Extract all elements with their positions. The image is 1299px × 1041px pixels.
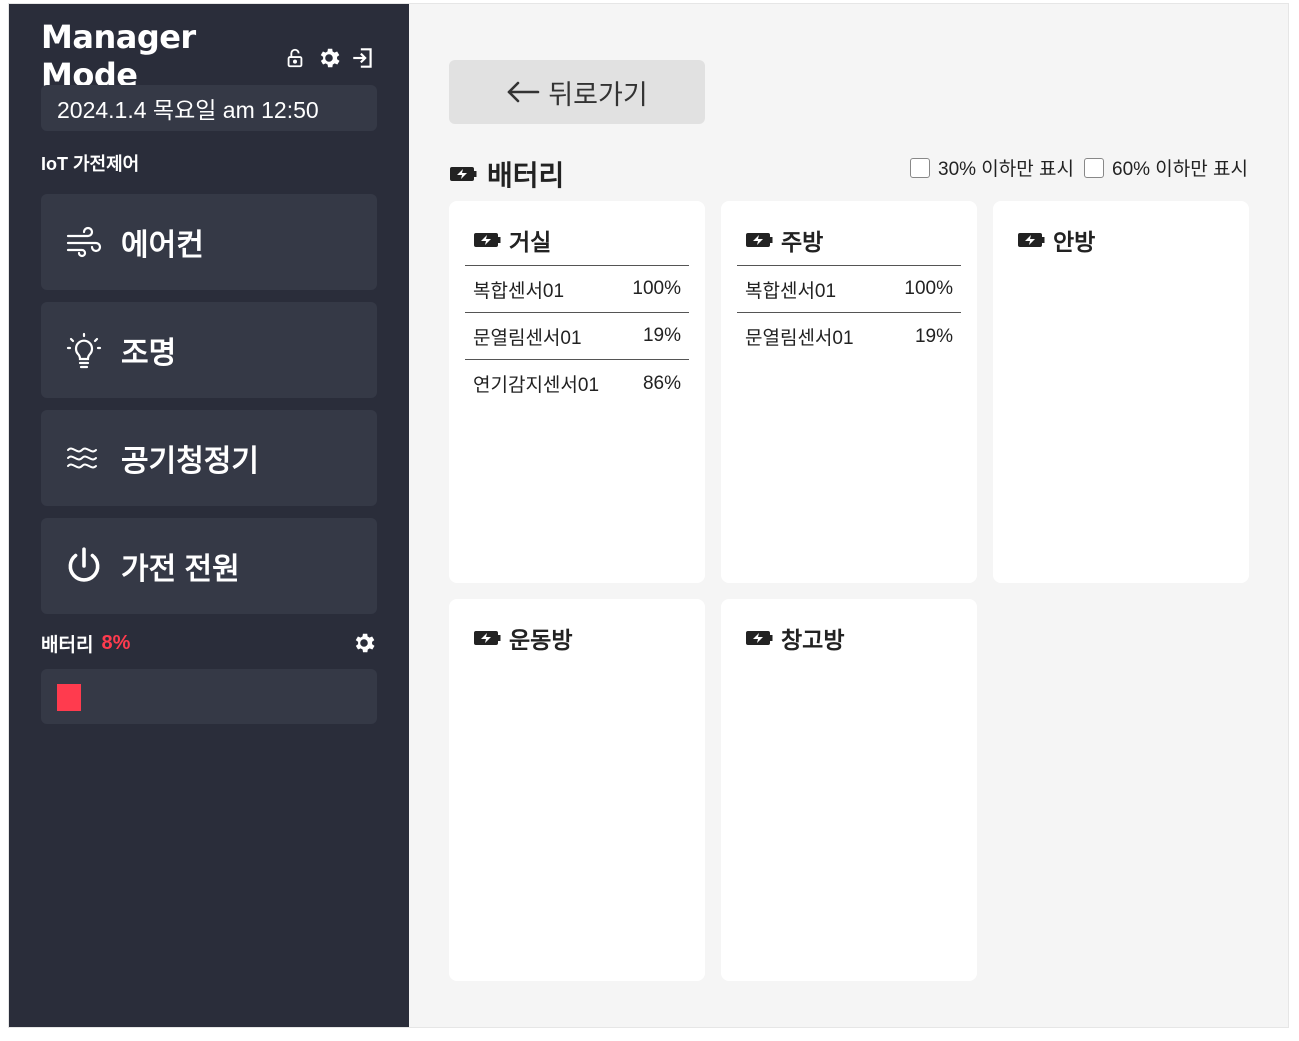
room-card-header: 운동방	[473, 621, 572, 655]
back-button[interactable]: 뒤로가기	[449, 60, 705, 124]
header-icons	[281, 44, 377, 72]
sensor-battery: 100%	[904, 278, 953, 299]
room-card-header: 창고방	[745, 621, 844, 655]
logout-icon[interactable]	[349, 44, 377, 72]
menu-power-button[interactable]: 가전 전원	[41, 518, 377, 614]
room-card-header: 안방	[1017, 223, 1095, 257]
section-label: IoT 가전제어	[41, 154, 140, 174]
app-window: Manager Mode 2024.1.4 목요일 am 12:50 IoT 가…	[8, 3, 1289, 1028]
battery-icon	[1018, 233, 1045, 247]
menu-purifier-button[interactable]: 공기청정기	[41, 410, 377, 506]
menu-aircon-button[interactable]: 에어컨	[41, 194, 377, 290]
sensor-name: 문열림센서01	[745, 328, 854, 349]
menu-light-button[interactable]: 조명	[41, 302, 377, 398]
datetime-display: 2024.1.4 목요일 am 12:50	[41, 85, 377, 131]
sensor-battery: 86%	[642, 372, 681, 394]
filter-label: 30% 이하만 표시	[938, 159, 1074, 180]
sensor-name: 복합센서01	[745, 280, 837, 302]
room-name: 창고방	[781, 627, 845, 653]
lightbulb-icon	[63, 329, 105, 371]
checkbox-box[interactable]	[910, 157, 930, 178]
wind-icon	[63, 221, 105, 263]
sensor-row[interactable]: 연기감지센서01 86%	[465, 360, 689, 407]
room-card-kitchen: 주방 복합센서01 100% 문열림센서01 19%	[721, 201, 977, 583]
battery-level-fill	[57, 684, 81, 711]
section-title-text: 배터리	[487, 160, 565, 191]
filter-label: 60% 이하만 표시	[1112, 159, 1248, 180]
filter-60-checkbox[interactable]: 60% 이하만 표시	[1084, 154, 1248, 181]
sensor-list: 복합센서01 100% 문열림센서01 19%	[737, 265, 961, 360]
battery-status-row: 배터리 8%	[41, 628, 377, 658]
waves-icon	[63, 437, 105, 479]
sensor-row[interactable]: 복합센서01 100%	[737, 266, 961, 313]
sensor-list: 복합센서01 100% 문열림센서01 19% 연기감지센서01 86%	[465, 265, 689, 407]
power-icon	[63, 545, 105, 587]
sensor-name: 문열림센서01	[473, 327, 582, 349]
room-name: 안방	[1053, 229, 1096, 255]
filter-options: 30% 이하만 표시 60% 이하만 표시	[910, 154, 1248, 181]
battery-level-bar	[41, 669, 377, 724]
battery-percent: 8%	[101, 631, 131, 654]
battery-icon	[746, 233, 773, 247]
sidebar-header: Manager Mode	[41, 18, 377, 94]
lock-icon[interactable]	[281, 44, 309, 72]
menu-label: 공기청정기	[121, 445, 259, 478]
filter-30-checkbox[interactable]: 30% 이하만 표시	[910, 154, 1074, 181]
room-name: 주방	[781, 229, 824, 255]
battery-icon	[474, 233, 501, 247]
sensor-row[interactable]: 문열림센서01 19%	[465, 313, 689, 360]
battery-icon	[474, 631, 501, 645]
back-button-label: 뒤로가기	[548, 79, 648, 110]
room-card-header: 거실	[473, 223, 551, 257]
gear-icon[interactable]	[315, 44, 343, 72]
arrow-left-icon	[508, 81, 540, 103]
sensor-name: 연기감지센서01	[473, 375, 600, 396]
battery-settings-icon[interactable]	[351, 630, 377, 656]
room-card-living: 거실 복합센서01 100% 문열림센서01 19% 연기감지센서01 86%	[449, 201, 705, 583]
room-name: 운동방	[509, 627, 573, 653]
sensor-row[interactable]: 복합센서01 100%	[465, 266, 689, 313]
sensor-name: 복합센서01	[473, 280, 565, 302]
battery-icon	[450, 167, 477, 181]
menu-label: 에어컨	[121, 229, 204, 262]
section-title: 배터리	[449, 154, 564, 194]
sensor-battery: 100%	[632, 278, 681, 299]
sensor-battery: 19%	[642, 325, 681, 346]
room-name: 거실	[509, 229, 552, 255]
app-title: Manager Mode	[41, 18, 196, 94]
battery-icon	[746, 631, 773, 645]
main-panel: 뒤로가기 배터리 30% 이하만 표시 60% 이하만 표시 거실 복합센서01…	[409, 4, 1288, 1027]
sidebar: Manager Mode 2024.1.4 목요일 am 12:50 IoT 가…	[9, 4, 409, 1027]
room-card-header: 주방	[745, 223, 823, 257]
battery-label: 배터리	[41, 634, 94, 656]
room-card-storage: 창고방	[721, 599, 977, 981]
room-card-gym: 운동방	[449, 599, 705, 981]
checkbox-box[interactable]	[1084, 157, 1104, 178]
sensor-row[interactable]: 문열림센서01 19%	[737, 313, 961, 360]
menu-label: 가전 전원	[121, 553, 240, 586]
room-card-bedroom: 안방	[993, 201, 1249, 583]
menu-label: 조명	[121, 337, 177, 370]
sensor-battery: 19%	[914, 325, 953, 347]
